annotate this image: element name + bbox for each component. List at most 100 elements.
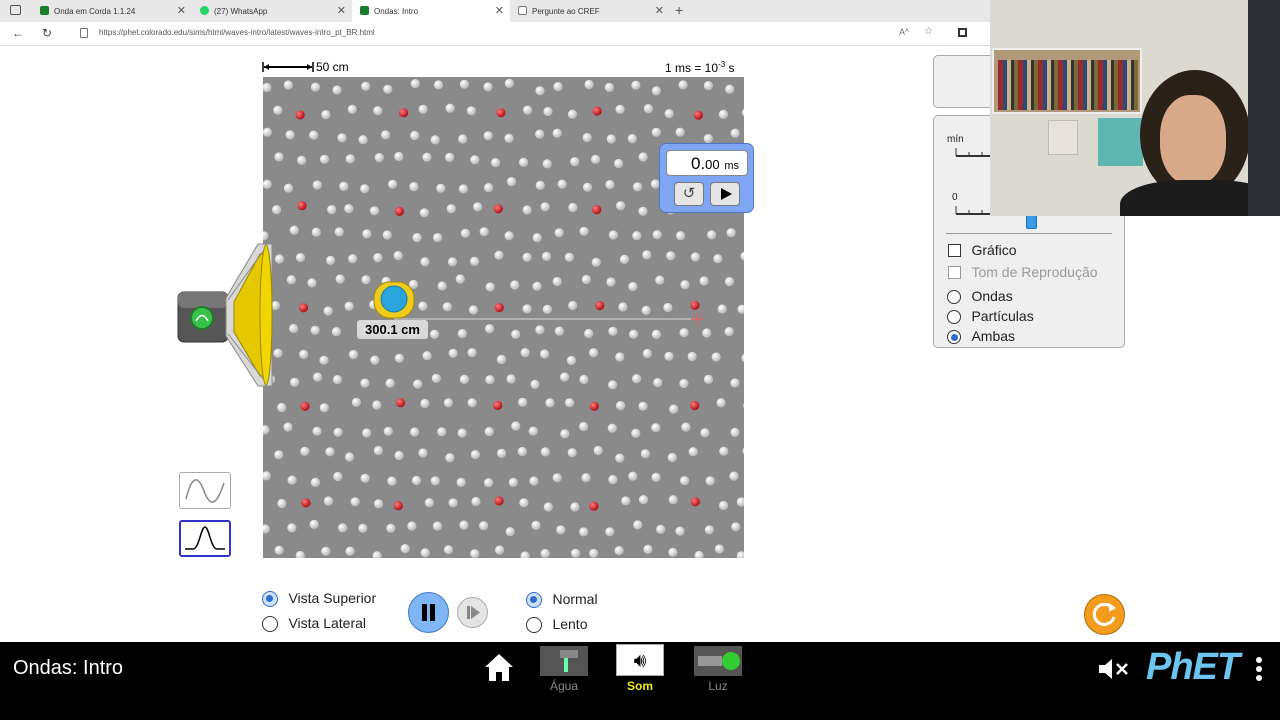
close-tab-icon[interactable]: ✕ [655, 4, 664, 17]
particle [522, 252, 532, 262]
read-aloud-icon[interactable]: A^ [899, 27, 909, 37]
particle [285, 130, 295, 140]
particle [420, 398, 430, 409]
home-button[interactable] [483, 652, 515, 684]
particle [615, 104, 625, 114]
play-icon [721, 188, 732, 200]
speaker-pulse-button[interactable] [190, 306, 214, 330]
particle [394, 151, 404, 162]
dark-wall-right [1248, 0, 1280, 216]
screen-label-som: Som [626, 679, 653, 693]
particle [485, 375, 495, 385]
step-forward-button[interactable] [457, 597, 488, 628]
screen-button-som[interactable]: 🔊︎ Som [615, 644, 665, 696]
particle [351, 397, 361, 407]
view-particles-option[interactable]: Partículas [947, 308, 1034, 326]
screen-button-luz[interactable]: Luz [693, 646, 743, 694]
view-both-option[interactable]: Ambas [947, 328, 1015, 346]
stopwatch[interactable]: 0.00 ms ↺ [659, 143, 754, 213]
close-tab-icon[interactable]: ✕ [337, 4, 346, 17]
extension-icon[interactable] [958, 28, 967, 37]
view-top-radio[interactable] [262, 590, 278, 607]
particle [680, 476, 690, 486]
webcam-overlay [990, 0, 1280, 216]
particle [332, 85, 342, 95]
particle [608, 380, 618, 390]
particle [643, 104, 653, 114]
particle [382, 230, 392, 240]
particle [443, 398, 453, 408]
speed-normal-radio[interactable] [526, 591, 542, 608]
view-option-side[interactable]: Vista Lateral [262, 615, 366, 633]
particle [369, 206, 380, 216]
speed-slow-radio[interactable] [526, 616, 542, 633]
view-side-radio[interactable] [262, 615, 278, 632]
home-icon [485, 654, 513, 681]
graph-checkbox[interactable] [948, 244, 961, 258]
view-waves-option[interactable]: Ondas [947, 288, 1013, 306]
particle [504, 78, 514, 88]
waves-radio[interactable] [947, 289, 961, 304]
phet-menu-button[interactable] [1254, 656, 1264, 684]
particle [345, 452, 355, 462]
particles-radio-label: Partículas [971, 308, 1034, 324]
phet-logo[interactable]: PhET [1146, 646, 1240, 689]
particle [531, 520, 541, 530]
favorite-icon[interactable]: ☆ [924, 26, 933, 37]
speed-option-normal[interactable]: Normal [526, 591, 598, 609]
pause-button[interactable] [408, 592, 449, 633]
continuous-wave-button[interactable] [179, 472, 231, 509]
particle [638, 152, 648, 162]
reset-all-button[interactable] [1084, 594, 1125, 635]
particle [319, 403, 329, 413]
particle [495, 545, 505, 555]
particle [554, 228, 564, 238]
graph-checkbox-row[interactable]: Gráfico [948, 242, 1017, 260]
particle [504, 231, 514, 241]
close-tab-icon[interactable]: ✕ [495, 4, 504, 17]
particle [579, 226, 589, 236]
particle [687, 351, 697, 362]
stopwatch-reset-button[interactable]: ↺ [674, 182, 704, 206]
particle [553, 82, 563, 92]
tab-pergunte-ao-cref[interactable]: Pergunte ao CREF ✕ [510, 0, 670, 22]
particle [616, 401, 626, 411]
particle [542, 159, 552, 169]
stopwatch-play-button[interactable] [710, 182, 740, 206]
particle [370, 355, 380, 365]
tracer-particle [690, 400, 700, 411]
sound-off-button[interactable] [1096, 655, 1132, 683]
particle [497, 448, 507, 458]
panel-separator [946, 233, 1112, 234]
speed-option-slow[interactable]: Lento [526, 616, 588, 634]
info-icon[interactable] [80, 28, 88, 38]
particle [557, 179, 567, 189]
particle [420, 548, 430, 558]
particle [319, 355, 329, 365]
amplitude-slider-thumb[interactable] [1026, 215, 1037, 229]
particle [584, 79, 594, 90]
particle [448, 498, 458, 508]
pulse-wave-button[interactable] [179, 520, 231, 557]
close-tab-icon[interactable]: ✕ [177, 4, 186, 17]
new-tab-icon[interactable]: + [675, 2, 683, 18]
particle [321, 110, 331, 120]
particle [373, 106, 383, 116]
particle [394, 353, 404, 363]
particles-radio[interactable] [947, 309, 961, 324]
particle [418, 448, 428, 458]
reload-icon[interactable]: ↻ [42, 26, 52, 40]
view-option-top[interactable]: Vista Superior [262, 590, 376, 608]
both-radio[interactable] [947, 329, 961, 344]
particle [360, 378, 370, 388]
url-text[interactable]: https://phet.colorado.edu/sims/html/wave… [99, 28, 375, 37]
tab-actions-icon[interactable] [10, 5, 21, 15]
particle [664, 109, 674, 119]
particle [631, 80, 641, 90]
tab-ondas-intro[interactable]: Ondas: Intro ✕ [352, 0, 510, 22]
tab-onda-em-corda[interactable]: Onda em Corda 1.1.24 ✕ [32, 0, 192, 22]
screen-button-agua[interactable]: Água [539, 646, 589, 694]
tab-whatsapp[interactable]: (27) WhatsApp ✕ [192, 0, 352, 22]
particle [560, 372, 570, 382]
back-icon[interactable]: ← [12, 26, 24, 40]
